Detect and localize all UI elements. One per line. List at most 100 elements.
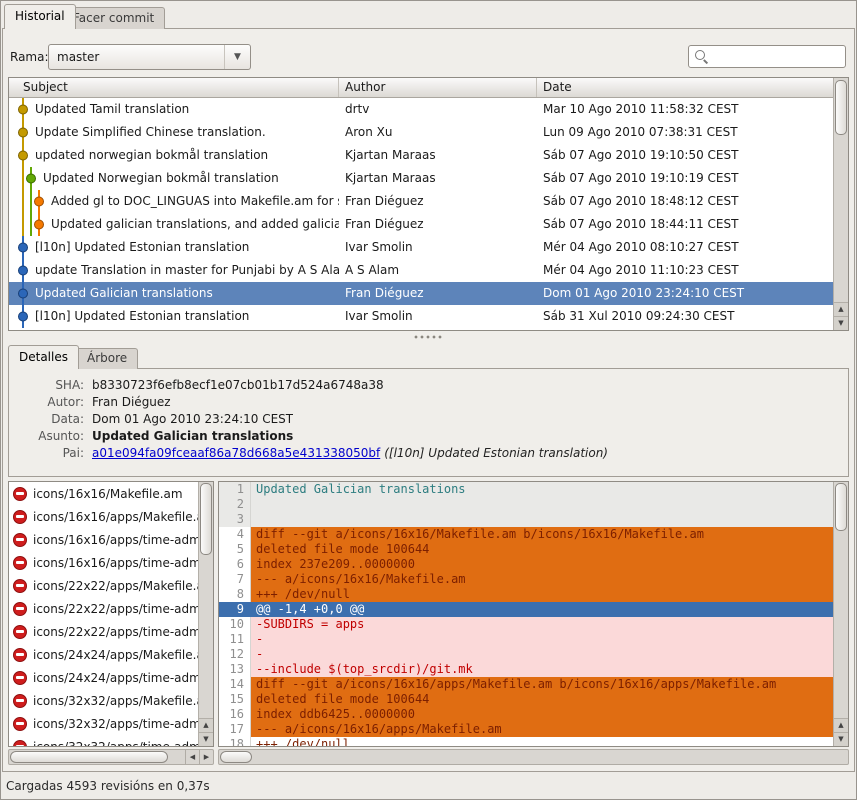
commit-row[interactable]: updated norwegian bokmål translationKjar… [9,144,833,167]
diff-line: 5deleted file mode 100644 [219,542,833,557]
scrollbar-thumb[interactable] [10,751,168,763]
commit-date: Sáb 07 Ago 2010 18:48:12 CEST [537,190,833,213]
scrollbar-thumb[interactable] [200,483,212,555]
commit-row[interactable]: Updated galician translations, and added… [9,213,833,236]
file-row[interactable]: icons/32x32/apps/time-admin [9,712,198,735]
commit-row[interactable]: Added gl to DOC_LINGUAS into Makefile.am… [9,190,833,213]
scroll-left-button[interactable]: ◀ [185,750,199,764]
commit-date: Sáb 07 Ago 2010 18:44:11 CEST [537,213,833,236]
commit-subject-cell: update Translation in master for Punjabi… [9,259,339,282]
diff-line: 2 [219,497,833,512]
commit-vscrollbar[interactable]: ▲ ▼ [833,78,848,330]
branch-label: Rama: [10,50,49,64]
commit-row[interactable]: [l10n] Updated Estonian translationIvar … [9,236,833,259]
diff-line: 1Updated Galician translations [219,482,833,497]
diff-vscrollbar[interactable]: ▲ ▼ [833,482,848,746]
parent-sha-link[interactable]: a01e094fa09fceaaf86a78d668a5e431338050bf [92,446,380,460]
scrollbar-thumb[interactable] [220,751,252,763]
file-row[interactable]: icons/22x22/apps/Makefile.am [9,574,198,597]
commit-subject-cell: Update Simplified Chinese translation. [9,121,339,144]
scroll-up-button[interactable]: ▲ [199,718,213,732]
commit-graph-icon [9,167,53,190]
subject-label: Asunto: [14,428,84,445]
diff-line-number: 9 [219,602,251,617]
diff-view: 1Updated Galician translations234diff --… [218,481,849,747]
branch-combobox[interactable]: master ▼ [48,44,251,70]
scroll-down-button[interactable]: ▼ [199,732,213,746]
file-row[interactable]: icons/24x24/apps/time-admin [9,666,198,689]
deleted-file-icon [13,533,27,547]
commit-date-value: Dom 01 Ago 2010 23:24:10 CEST [92,411,293,428]
diff-line-text: - [251,632,833,647]
file-row[interactable]: icons/16x16/apps/time-admin [9,528,198,551]
diff-line: 16index ddb6425..0000000 [219,707,833,722]
diff-line-number: 8 [219,587,251,602]
files-hscrollbar[interactable]: ◀ ▶ [8,749,214,765]
commit-graph-icon [9,213,53,236]
commit-row[interactable]: Updated Norwegian bokmål translationKjar… [9,167,833,190]
tab-facer-commit[interactable]: Facer commit [62,7,165,29]
scroll-up-button[interactable]: ▲ [834,302,848,316]
file-row[interactable]: icons/32x32/apps/time-admin [9,735,198,746]
scrollbar-thumb[interactable] [835,483,847,531]
commit-subject: Update Simplified Chinese translation. [9,121,339,144]
commit-author-value: Fran Diéguez [92,394,171,411]
scroll-down-button[interactable]: ▼ [834,732,848,746]
file-name: icons/32x32/apps/Makefile.am [33,694,198,708]
deleted-file-icon [13,648,27,662]
column-header-author[interactable]: Author [339,78,537,97]
diff-line: 17--- a/icons/16x16/apps/Makefile.am [219,722,833,737]
commit-row[interactable]: [l10n] Updated Estonian translationIvar … [9,305,833,328]
file-row[interactable]: icons/24x24/apps/Makefile.am [9,643,198,666]
commit-date: Lun 09 Ago 2010 07:38:31 CEST [537,121,833,144]
file-row[interactable]: icons/32x32/apps/Makefile.am [9,689,198,712]
parent-label: Pai: [14,445,84,462]
scroll-right-button[interactable]: ▶ [199,750,213,764]
file-row[interactable]: icons/16x16/Makefile.am [9,482,198,505]
commit-row[interactable]: update Translation in master for Punjabi… [9,259,833,282]
files-vscrollbar[interactable]: ▲ ▼ [198,482,213,746]
deleted-file-icon [13,579,27,593]
commit-subject: Added gl to DOC_LINGUAS into Makefile.am… [9,190,339,213]
scroll-up-button[interactable]: ▲ [834,718,848,732]
tab-arbore[interactable]: Árbore [76,348,138,369]
tab-detalles[interactable]: Detalles [8,345,79,369]
diff-line-text: +++ /dev/null [251,737,833,746]
commit-subject-value: Updated Galician translations [92,428,293,445]
parent-subject: ([l10n] Updated Estonian translation) [384,446,608,460]
commit-row[interactable]: Update Simplified Chinese translation.Ar… [9,121,833,144]
date-label: Data: [14,411,84,428]
commit-author: Kjartan Maraas [339,144,537,167]
file-row[interactable]: icons/16x16/apps/time-admin [9,551,198,574]
deleted-file-icon [13,694,27,708]
commit-subject: Updated Tamil translation [9,98,339,121]
file-name: icons/16x16/apps/time-admin [33,556,198,570]
diff-line: 9@@ -1,4 +0,0 @@ [219,602,833,617]
column-header-subject[interactable]: Subject [9,78,339,97]
diff-line-number: 11 [219,632,251,647]
scrollbar-thumb[interactable] [835,80,847,135]
diff-line: 7--- a/icons/16x16/Makefile.am [219,572,833,587]
commit-subject: updated norwegian bokmål translation [9,144,339,167]
tab-historial[interactable]: Historial [4,4,76,29]
commit-date: Dom 01 Ago 2010 23:24:10 CEST [537,282,833,305]
commit-row[interactable]: Updated Tamil translationdrtvMar 10 Ago … [9,98,833,121]
search-box[interactable] [688,45,846,68]
search-input[interactable] [712,46,845,67]
diff-hscrollbar[interactable] [218,749,849,765]
pane-splitter[interactable] [414,334,444,340]
file-row[interactable]: icons/22x22/apps/time-admin [9,597,198,620]
file-row[interactable]: icons/16x16/apps/Makefile.am [9,505,198,528]
scroll-down-button[interactable]: ▼ [834,316,848,330]
commit-row[interactable]: Updated Galician translationsFran Diégue… [9,282,833,305]
deleted-file-icon [13,671,27,685]
diff-line-text: @@ -1,4 +0,0 @@ [251,602,833,617]
diff-line: 8+++ /dev/null [219,587,833,602]
column-header-date[interactable]: Date [537,78,833,97]
diff-line: 18+++ /dev/null [219,737,833,746]
commit-author: Fran Diéguez [339,190,537,213]
file-row[interactable]: icons/22x22/apps/time-admin [9,620,198,643]
diff-line: 14diff --git a/icons/16x16/apps/Makefile… [219,677,833,692]
commit-author: Ivar Smolin [339,236,537,259]
diff-line-text: index ddb6425..0000000 [251,707,833,722]
